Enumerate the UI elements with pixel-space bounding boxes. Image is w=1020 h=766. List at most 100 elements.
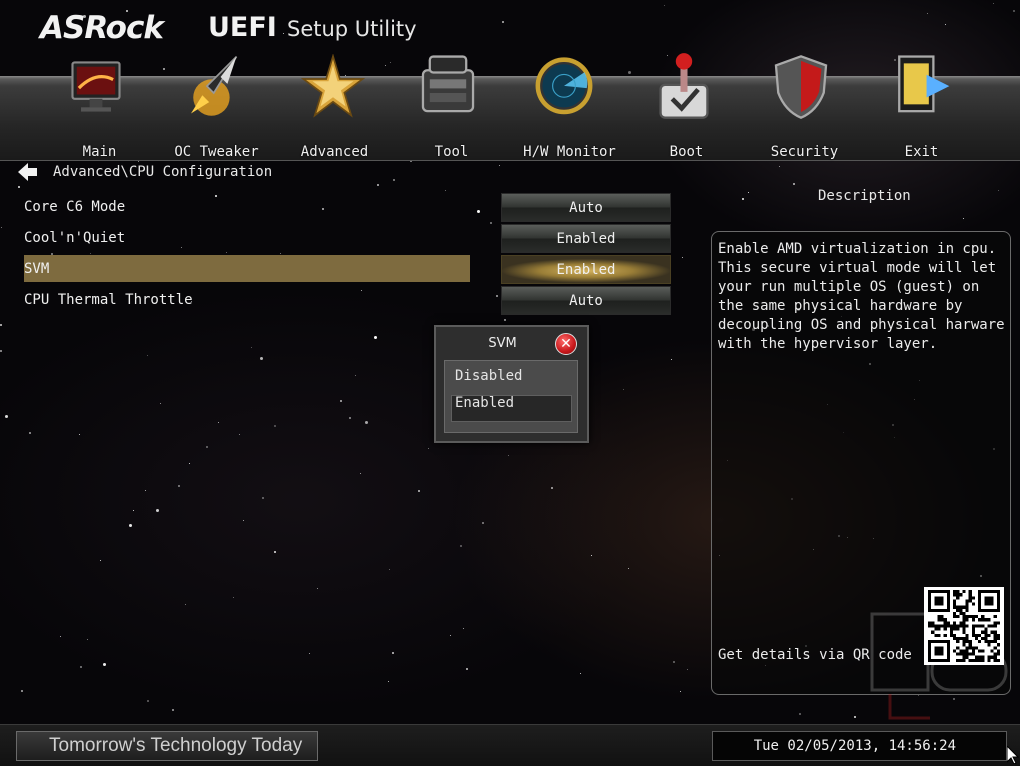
star [147, 355, 148, 356]
star [477, 210, 480, 213]
star-icon [300, 54, 366, 118]
star [218, 422, 219, 423]
selected-row-highlight [24, 255, 470, 282]
tab-exit[interactable]: Exit [863, 55, 980, 160]
star [591, 555, 592, 556]
star [377, 184, 379, 186]
star [450, 635, 451, 636]
popup-option-enabled[interactable]: Enabled [455, 395, 514, 411]
mouse-cursor-icon [1007, 746, 1019, 764]
tab-main[interactable]: Main [41, 61, 158, 160]
setting-value-cpu-thermal-throttle[interactable]: Auto [501, 286, 671, 315]
star [60, 636, 61, 637]
star [0, 350, 2, 352]
star [260, 357, 263, 360]
tab-oc-tweaker[interactable]: OC Tweaker [158, 55, 275, 160]
star [178, 485, 180, 487]
star [239, 434, 240, 435]
setting-value-cool-n-quiet[interactable]: Enabled [501, 224, 671, 253]
setting-label-cpu-thermal-throttle[interactable]: CPU Thermal Throttle [24, 292, 193, 308]
star [233, 597, 234, 598]
radar-icon [535, 57, 593, 115]
star [502, 21, 504, 23]
star [673, 661, 675, 663]
star [0, 324, 2, 326]
star [927, 13, 928, 14]
star [103, 663, 106, 666]
star [181, 247, 182, 248]
star [945, 24, 946, 25]
star [361, 290, 362, 291]
star [274, 425, 276, 427]
star [1, 227, 2, 228]
tab-exit-label: Exit [904, 144, 939, 160]
star [317, 588, 318, 589]
star [664, 5, 665, 6]
exit-door-icon [898, 55, 950, 113]
setting-label-core-c6-mode[interactable]: Core C6 Mode [24, 199, 125, 215]
star [418, 490, 420, 492]
star [504, 319, 506, 321]
star [393, 179, 395, 181]
star [309, 653, 310, 654]
star [490, 222, 492, 224]
star [147, 700, 149, 702]
star [156, 509, 159, 512]
main-navigation-bar: Main OC Tweaker Advanced Tool H/W Monito… [0, 53, 1020, 161]
star [390, 62, 391, 63]
star [322, 208, 324, 210]
star [799, 713, 801, 715]
back-arrow-icon[interactable] [18, 163, 38, 181]
tab-boot-label: Boot [669, 144, 704, 160]
star [283, 33, 284, 34]
star [374, 336, 377, 339]
tab-hw-monitor[interactable]: H/W Monitor [511, 57, 628, 160]
star [687, 669, 688, 670]
setting-label-cool-n-quiet[interactable]: Cool'n'Quiet [24, 230, 125, 246]
star [133, 510, 134, 511]
tab-tool[interactable]: Tool [393, 55, 510, 160]
star [189, 463, 190, 464]
star [482, 522, 484, 524]
tab-security[interactable]: Security [746, 55, 863, 160]
rocket-icon [190, 55, 238, 116]
star [671, 359, 672, 360]
star [215, 195, 217, 197]
star [29, 432, 31, 434]
star [385, 65, 386, 66]
tab-oc-tweaker-label: OC Tweaker [174, 144, 259, 160]
star [349, 417, 351, 419]
star [628, 71, 631, 74]
star [340, 400, 342, 402]
star [392, 652, 394, 654]
tab-boot[interactable]: Boot [628, 53, 745, 160]
setting-label-svm[interactable]: SVM [24, 261, 49, 277]
toolbox-icon [421, 55, 475, 113]
star [748, 192, 749, 193]
star [365, 421, 368, 424]
star [262, 497, 264, 499]
star [80, 666, 82, 668]
qr-code-image[interactable] [924, 587, 1004, 665]
star [251, 347, 252, 348]
close-icon[interactable]: ✕ [555, 333, 577, 355]
tab-tool-label: Tool [434, 144, 469, 160]
star [623, 389, 624, 390]
star [355, 375, 356, 376]
popup-option-disabled[interactable]: Disabled [455, 368, 522, 384]
setting-value-svm[interactable]: Enabled [501, 255, 671, 284]
shield-icon [774, 55, 828, 119]
star [206, 446, 208, 448]
star [428, 448, 429, 449]
breadcrumb: Advanced\CPU Configuration [18, 163, 272, 181]
breadcrumb-path: Advanced\CPU Configuration [53, 164, 273, 180]
uefi-title: UEFI [208, 12, 277, 43]
popup-option-list: Disabled Enabled [444, 360, 578, 433]
setting-value-core-c6-mode[interactable]: Auto [501, 193, 671, 222]
popup-title: SVM [488, 336, 517, 351]
star [138, 161, 139, 162]
star [466, 668, 468, 670]
star [779, 166, 780, 167]
star [226, 252, 227, 253]
tab-advanced[interactable]: Advanced [276, 54, 393, 160]
